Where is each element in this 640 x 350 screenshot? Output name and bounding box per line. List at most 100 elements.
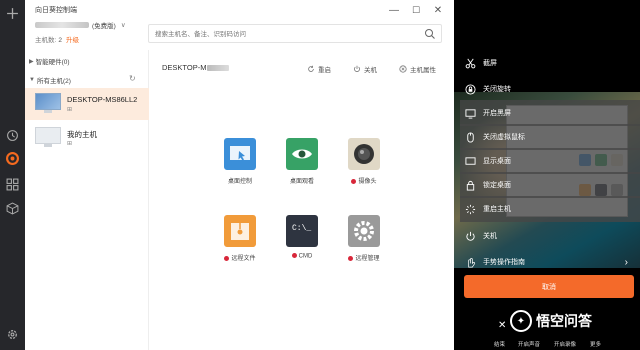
wukong-logo-icon: ✦ [510, 310, 532, 332]
restart-action[interactable]: 重启 [307, 64, 331, 74]
maximize-button[interactable]: ☐ [409, 3, 423, 17]
close-button[interactable]: ✕ [431, 3, 445, 17]
more-button[interactable]: 更多 [590, 340, 601, 348]
menu-label: 重启主机 [483, 206, 511, 213]
menu-label: 锁定桌面 [483, 182, 511, 189]
gear-icon [348, 215, 380, 247]
menu-label: 关闭虚拟鼠标 [483, 134, 525, 141]
end-button[interactable]: 结束 [494, 340, 505, 348]
device-name: DESKTOP-MS86LL2 [67, 95, 138, 104]
hostname-text: DESKTOP-M [162, 63, 207, 72]
status-dot [224, 255, 230, 261]
search-icon[interactable] [424, 28, 436, 40]
add-icon[interactable] [5, 6, 20, 21]
host-count-label: 主机数: [35, 37, 57, 44]
tile-label: 远程管理 [339, 253, 389, 262]
record-button[interactable]: 开启录像 [554, 340, 576, 348]
main-window: 向日葵控制端 — ☐ ✕ (免费版) ∨ 主机数:2 升级 ▶ 智能硬件(0) ▼… [25, 0, 454, 350]
device-name: 我的主机 [67, 130, 97, 139]
settings-gear-icon[interactable] [5, 327, 20, 342]
tile-remote-files[interactable]: 远程文件 [215, 215, 265, 267]
hostname-blurred [207, 64, 230, 71]
device-panel: ▶ 智能硬件(0) ▼ 所有主机(2) ↻ DESKTOP-MS86LL2 ⊞ … [25, 50, 149, 350]
status-dot [348, 255, 354, 261]
device-item[interactable]: DESKTOP-MS86LL2 ⊞ [25, 88, 149, 120]
monitor-stand [44, 144, 52, 147]
menu-item-virtual-mouse[interactable]: 关闭虚拟鼠标 [460, 124, 640, 150]
status-dot [291, 253, 297, 258]
tile-label-text: 远程管理 [355, 256, 380, 262]
sound-button[interactable]: 开启声音 [518, 340, 540, 348]
menu-item-lock-desktop[interactable]: 锁定桌面 [460, 172, 640, 198]
host-count-value: 2 [58, 37, 62, 44]
screen-icon [463, 106, 477, 120]
desktop-icon [463, 154, 477, 168]
menu-item-gesture-guide[interactable]: 手势操作指南 › [460, 249, 640, 275]
tile-desktop-control[interactable]: 桌面控制 [215, 138, 265, 190]
chevron-right-icon: › [624, 256, 628, 268]
sunflower-logo-icon[interactable] [5, 151, 20, 166]
shutdown-action[interactable]: 关机 [353, 64, 377, 74]
menu-item-screenshot[interactable]: 截屏 [460, 50, 640, 76]
history-icon[interactable] [5, 128, 20, 143]
monitor-icon [35, 93, 61, 110]
tile-cmd[interactable]: C:\_ CMD [277, 215, 327, 267]
status-dot [351, 178, 357, 184]
tile-label: 桌面观看 [289, 179, 314, 185]
caret-right-icon: ▶ [29, 58, 34, 65]
group-label: 智能硬件(0) [35, 59, 70, 66]
menu-label: 截屏 [483, 60, 497, 67]
bottom-toolbar: 结束 开启声音 开启录像 更多 [454, 330, 640, 350]
monitor-icon [35, 127, 61, 144]
menu-item-restart-host[interactable]: 重启主机 [460, 196, 640, 222]
menu-item-black-screen[interactable]: 开启黑屏 [460, 100, 640, 126]
menu-item-rotate[interactable]: 关闭旋转 [460, 76, 640, 102]
minimize-button[interactable]: — [387, 3, 401, 17]
search-box[interactable] [148, 24, 442, 43]
cancel-button[interactable]: 取消 [464, 275, 634, 298]
windows-icon: ⊞ [67, 107, 73, 113]
svg-text:C:\_: C:\_ [292, 224, 311, 233]
tile-label: 远程文件 [215, 253, 265, 262]
search-input[interactable] [155, 28, 415, 40]
chevron-down-icon[interactable]: ∨ [121, 21, 126, 29]
left-rail [0, 0, 25, 350]
menu-label: 关机 [483, 233, 497, 240]
tile-camera[interactable]: 摄像头 [339, 138, 389, 190]
tile-label-text: 摄像头 [358, 179, 377, 185]
restart-label: 重启 [318, 67, 331, 74]
tile-label-text: CMD [298, 253, 313, 260]
detail-hostname: DESKTOP-M [162, 63, 230, 72]
refresh-icon[interactable]: ↻ [129, 74, 139, 84]
lock-icon [463, 178, 477, 192]
menu-label: 开启黑屏 [483, 110, 511, 117]
scissors-icon [463, 56, 477, 70]
host-count: 主机数: 2 升级 [35, 34, 79, 44]
plan-label: (免费版) [92, 23, 116, 30]
menu-label: 关闭旋转 [483, 86, 511, 93]
apps-grid-icon[interactable] [5, 177, 20, 192]
folder-icon [224, 215, 256, 247]
menu-label: 手势操作指南 [483, 259, 525, 266]
account-name-blurred [35, 22, 89, 28]
cube-icon[interactable] [5, 201, 20, 216]
eye-icon [286, 138, 318, 170]
group-all-hosts[interactable]: ▼ 所有主机(2) [29, 75, 71, 85]
group-label: 所有主机(2) [36, 78, 71, 85]
menu-item-show-desktop[interactable]: 显示桌面 [460, 148, 640, 174]
host-properties-action[interactable]: 主机属性 [399, 64, 436, 74]
tile-label-text: 远程文件 [231, 256, 256, 262]
tile-desktop-view[interactable]: 桌面观看 [277, 138, 327, 190]
terminal-icon: C:\_ [286, 215, 318, 247]
app-root: 向日葵控制端 — ☐ ✕ (免费版) ∨ 主机数:2 升级 ▶ 智能硬件(0) ▼… [0, 0, 640, 350]
device-item[interactable]: 我的主机 ⊞ [25, 122, 149, 154]
tile-remote-management[interactable]: 远程管理 [339, 215, 389, 267]
group-smart-hardware[interactable]: ▶ 智能硬件(0) [29, 56, 70, 67]
menu-label: 显示桌面 [483, 158, 511, 165]
host-properties-label: 主机属性 [410, 67, 436, 74]
menu-item-shutdown[interactable]: 关机 [460, 223, 640, 249]
caret-down-icon: ▼ [29, 77, 35, 83]
upgrade-link[interactable]: 升级 [66, 37, 79, 44]
hand-icon [463, 255, 477, 269]
account-row[interactable]: (免费版) ∨ [35, 20, 126, 30]
